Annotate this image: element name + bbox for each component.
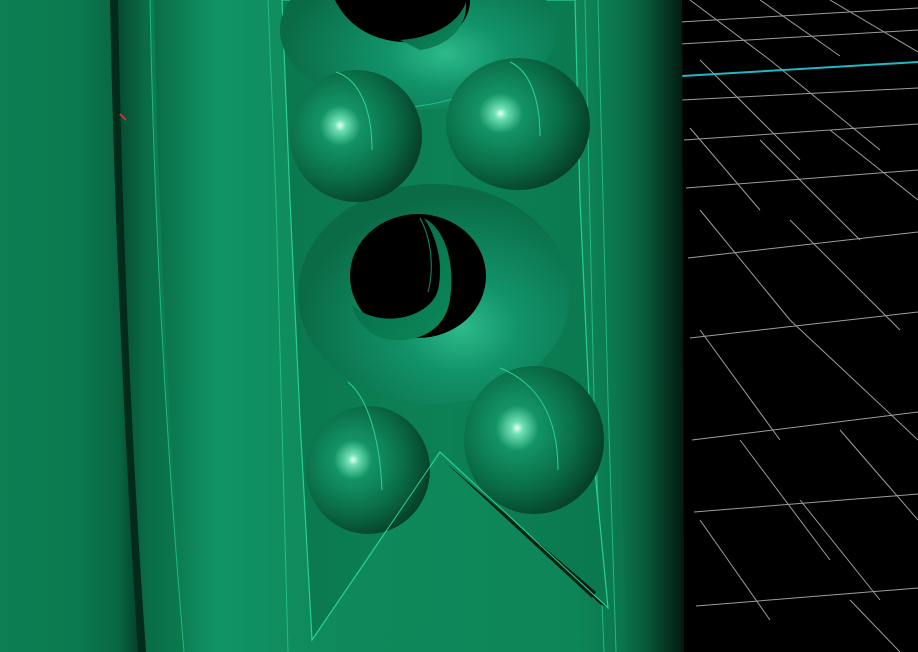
ball-top-right bbox=[446, 58, 590, 190]
ball-top-left bbox=[290, 70, 422, 202]
viewport-canvas[interactable] bbox=[0, 0, 918, 652]
3d-viewport[interactable] bbox=[0, 0, 918, 652]
ball-bottom-right bbox=[464, 366, 604, 514]
